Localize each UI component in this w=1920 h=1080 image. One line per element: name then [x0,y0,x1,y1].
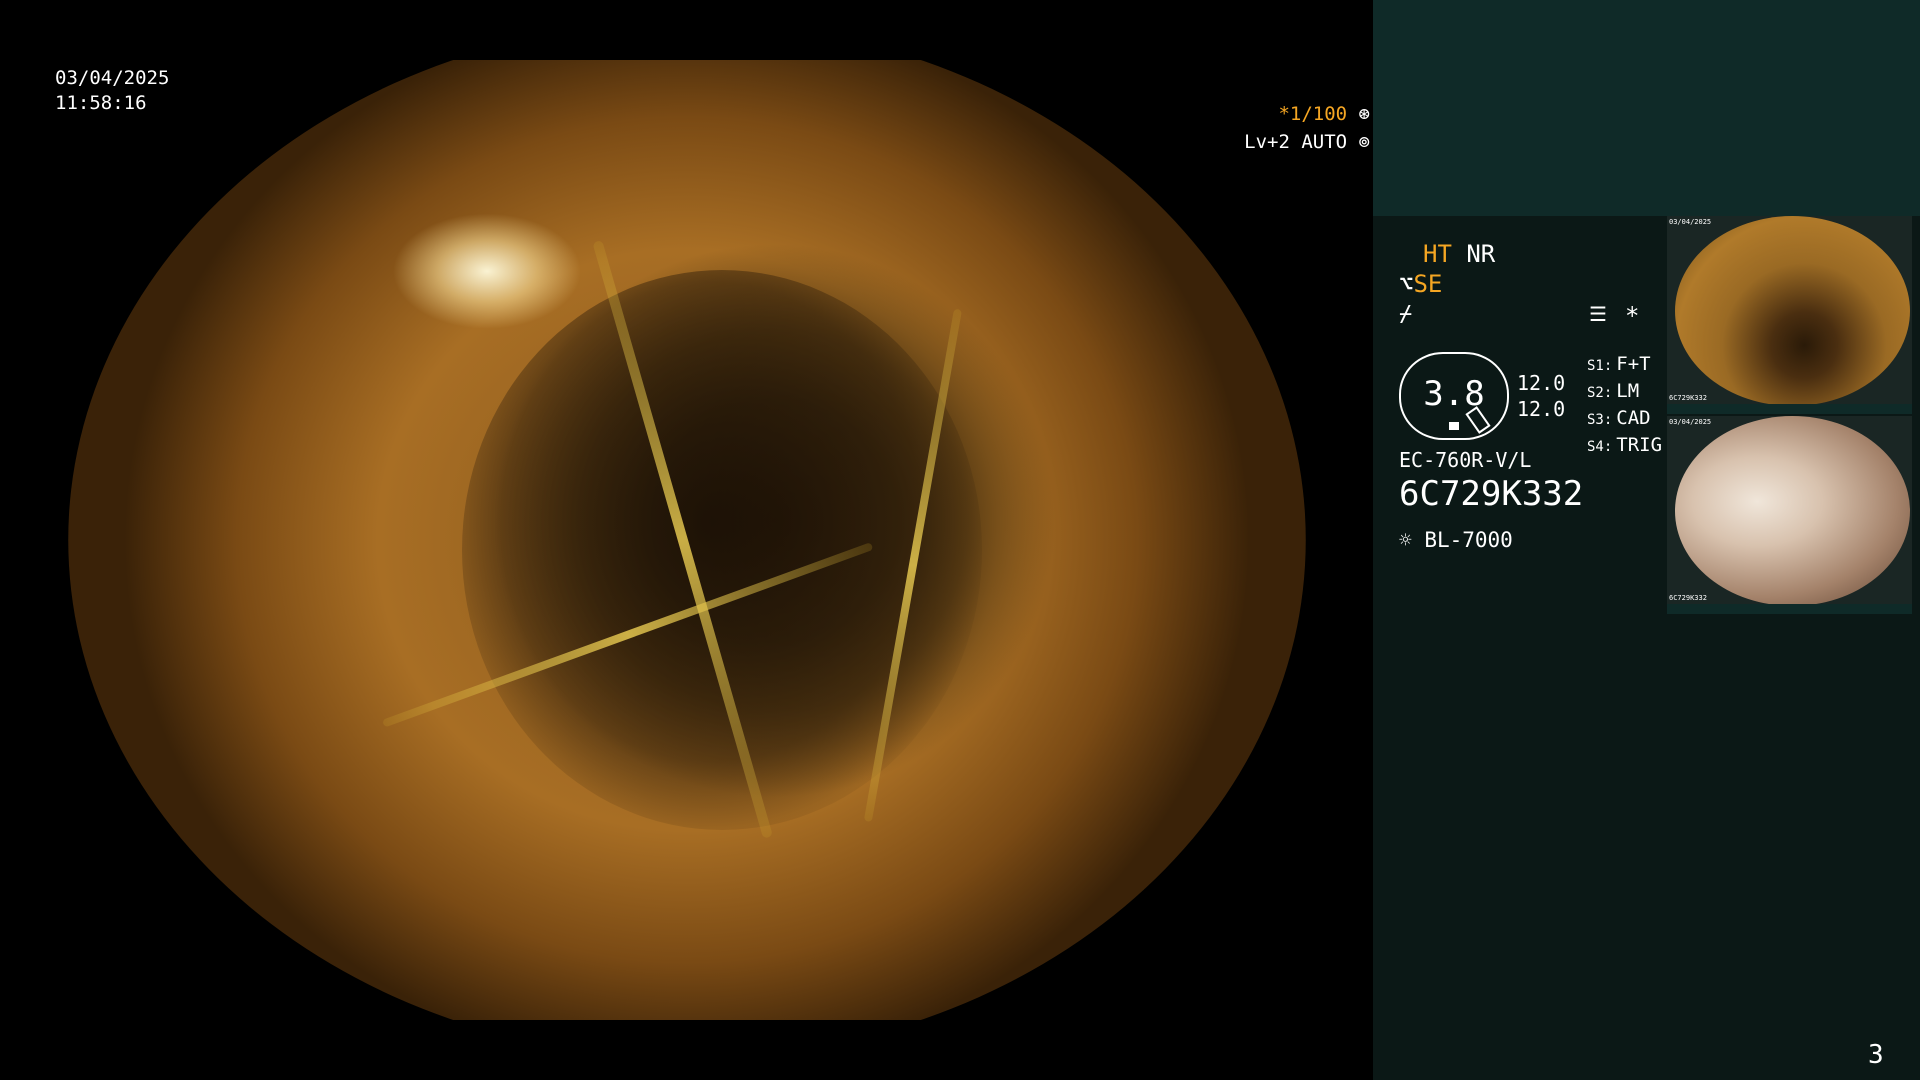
zoom-value: 3.8 [1423,374,1485,414]
thumbnail-capture[interactable]: 03/04/2025 6C729K332 [1667,216,1912,414]
scope-serial: 6C729K332 [1399,474,1584,514]
menu-icon: ☰ [1589,302,1607,326]
iris-icon: ⊚ [1347,131,1370,153]
thumb-serial: 6C729K332 [1669,594,1707,602]
star-icon: * [1625,302,1640,330]
thumbnail-capture[interactable]: 03/04/2025 6C729K332 [1667,416,1912,614]
switch-programming: S1: F+T S2: LM S3: CAD S4: TRIG [1587,352,1662,460]
zoom-indicator-mark [1449,422,1459,430]
scope-model: EC-760R-V/L [1399,448,1532,472]
zoom-badge: 3.8 [1399,352,1509,440]
side-panel-header [1373,0,1920,216]
thumbnail-image [1675,216,1910,406]
nr-label: NR [1466,240,1496,268]
time-text: 11:58:16 [55,92,147,114]
lumen [462,270,982,830]
thumb-footer [1667,604,1912,614]
thumbnail-image [1675,416,1910,606]
light-source-name: BL-7000 [1424,528,1513,552]
switch-2: S2: LM [1587,380,1640,402]
ht-nr-mode: HT NR [1423,240,1495,268]
endoscope-view [0,0,1373,1080]
thumb-date: 03/04/2025 [1669,418,1712,426]
endoscopic-image [68,60,1306,1020]
switch-3: S3: CAD [1587,407,1651,429]
thumb-footer [1667,404,1912,414]
zoom-numbers: 12.0 12.0 [1517,370,1565,422]
aperture-icon: ⊛ [1347,103,1370,125]
zoom-num-1: 12.0 [1517,371,1566,395]
light-icon: ☼ [1399,528,1412,552]
se-label: SE [1413,270,1443,298]
shutter-speed: *1/100 [1278,103,1348,125]
brightness-level: Lv+2 AUTO [1244,131,1348,153]
zoom-num-2: 12.0 [1517,397,1566,421]
thumb-serial: 6C729K332 [1669,394,1707,402]
enhance-icon: ⌿ [1399,302,1413,327]
date-text: 03/04/2025 [55,67,170,89]
page-number: 3 [1868,1040,1884,1070]
se-mode: ⌥SE [1399,270,1442,298]
thumb-date: 03/04/2025 [1669,218,1712,226]
light-source: ☼ BL-7000 [1399,528,1513,552]
exposure-info: *1/100 ⊛ Lv+2 AUTO ⊚ [1170,100,1370,156]
switch-4: S4: TRIG [1587,434,1663,456]
switch-1: S1: F+T [1587,353,1651,375]
ht-label: HT [1423,240,1452,268]
timestamp: 03/04/2025 11:58:16 [55,66,169,116]
structure-icon: ⌥ [1399,270,1414,298]
